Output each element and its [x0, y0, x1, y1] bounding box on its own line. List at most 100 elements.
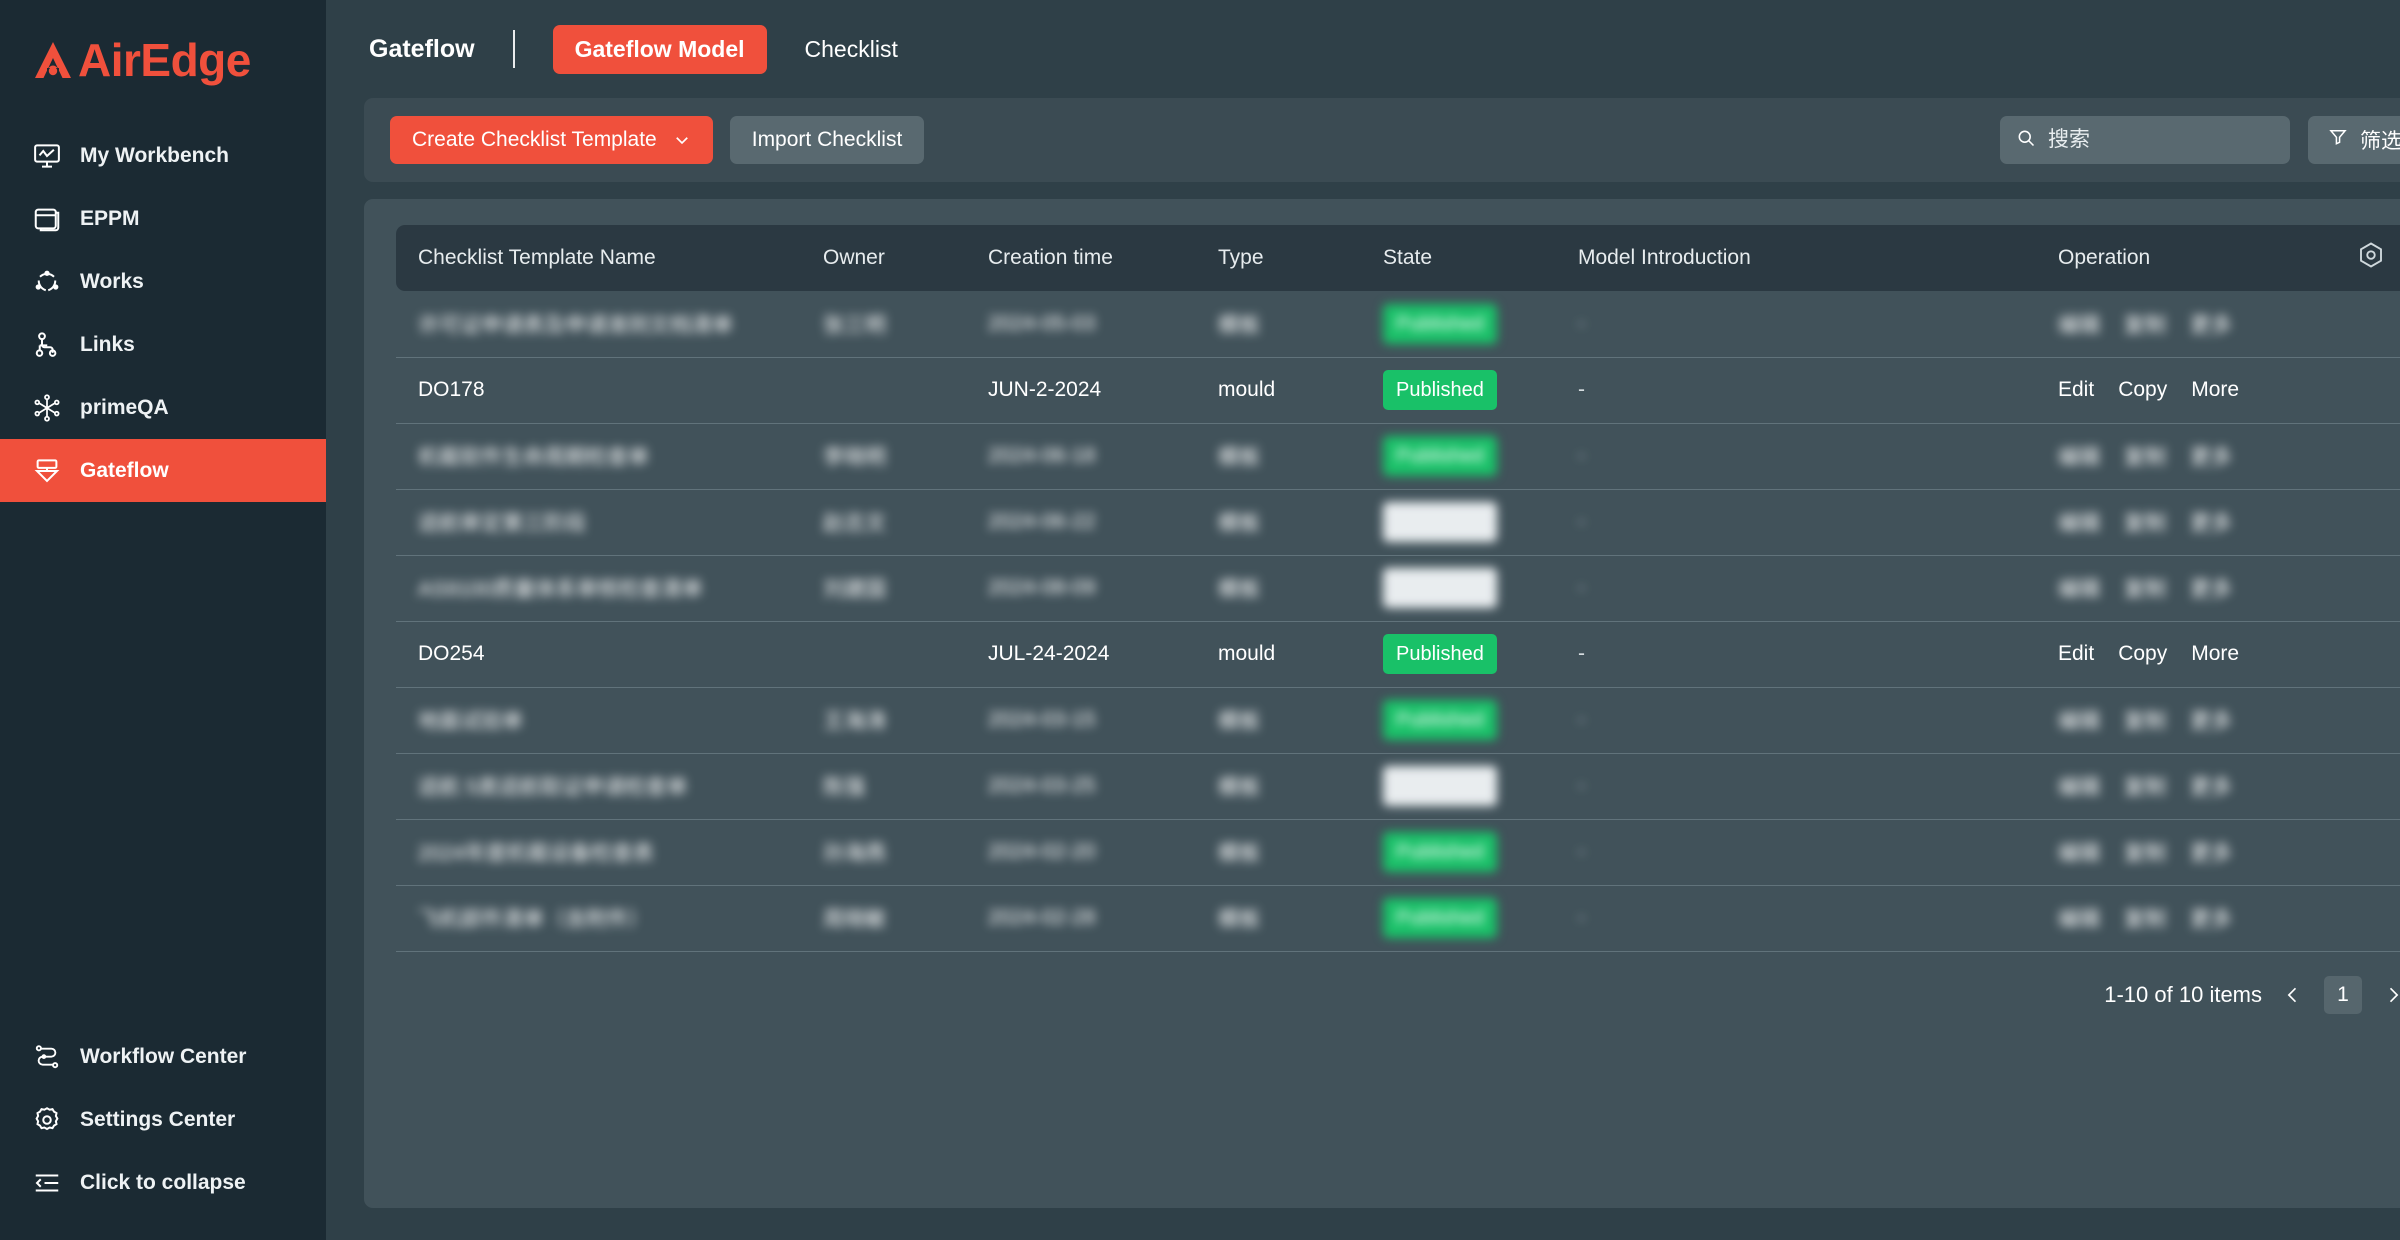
operation-links: 编辑 复制 更多	[2058, 507, 2326, 537]
tab-checklist[interactable]: Checklist	[783, 25, 920, 74]
checklist-template-name: 地面试验单	[418, 710, 523, 733]
cell-operation: 编辑 复制 更多	[2036, 489, 2326, 556]
op-link-2[interactable]: 更多	[2190, 705, 2232, 735]
create-checklist-template-button[interactable]: Create Checklist Template	[390, 116, 713, 164]
op-link-1[interactable]: 复制	[2124, 837, 2166, 867]
sidebar-item-works[interactable]: Works	[0, 250, 326, 313]
cell-owner: 周晓敏	[801, 885, 966, 952]
tab-gateflow-model[interactable]: Gateflow Model	[552, 24, 767, 74]
cell-spacer	[2326, 555, 2400, 622]
checklist-template-name: 飞机部件清单（含附件）	[418, 908, 649, 931]
op-link-2[interactable]: 更多	[2190, 309, 2232, 339]
cell-type: 模板	[1196, 687, 1361, 754]
cell-model-introduction: -	[1556, 687, 2036, 754]
cell-state: Published	[1361, 423, 1556, 490]
op-link-0[interactable]: 编辑	[2058, 573, 2100, 603]
op-link-0[interactable]: Edit	[2058, 642, 2094, 666]
op-link-0[interactable]: 编辑	[2058, 771, 2100, 801]
op-link-1[interactable]: 复制	[2124, 573, 2166, 603]
op-link-2[interactable]: 更多	[2190, 771, 2232, 801]
column-settings-icon[interactable]	[2356, 242, 2386, 275]
operation-links: 编辑 复制 更多	[2058, 705, 2326, 735]
table-body: 许可证申请表及申请准则文档清单 张三明 2024-05-03 模板 Published -…	[396, 291, 2400, 952]
sidebar-item-my-workbench[interactable]: My Workbench	[0, 124, 326, 187]
column-header-name[interactable]: Checklist Template Name	[396, 225, 801, 291]
op-link-1[interactable]: 复制	[2124, 705, 2166, 735]
op-link-2[interactable]: More	[2191, 642, 2239, 666]
chevron-down-icon	[673, 131, 691, 149]
column-header-owner[interactable]: Owner	[801, 225, 966, 291]
op-link-0[interactable]: 编辑	[2058, 309, 2100, 339]
table-row[interactable]: 机载软件生命周期检查单 李晓明 2024-06-18 模板 Published - 编辑 复制…	[396, 423, 2400, 490]
sidebar-item-settings-center[interactable]: Settings Center	[0, 1088, 326, 1151]
op-link-1[interactable]: 复制	[2124, 771, 2166, 801]
table-row[interactable]: 2024年度机载设备检查表 孙海燕 2024-02-20 模板 Published - 编辑…	[396, 819, 2400, 886]
sidebar-item-links[interactable]: Links	[0, 313, 326, 376]
table-row[interactable]: 适航 5类适航取证申请检查单 陈强 2024-03-25 模板 Published - 编辑…	[396, 753, 2400, 820]
op-link-2[interactable]: 更多	[2190, 573, 2232, 603]
cell-operation: 编辑 复制 更多	[2036, 885, 2326, 952]
op-link-1[interactable]: Copy	[2118, 378, 2167, 402]
chevron-right-icon[interactable]	[2376, 978, 2400, 1012]
cell-name: DO178	[396, 357, 801, 424]
table-row[interactable]: 适航审定第三阶段 赵志文 2024-06-22 模板 Published - 编辑 复制 更多	[396, 489, 2400, 556]
sidebar-item-workflow-center[interactable]: Workflow Center	[0, 1025, 326, 1088]
sidebar-item-primeqa[interactable]: primeQA	[0, 376, 326, 439]
status-badge: Published	[1383, 700, 1497, 740]
op-link-2[interactable]: More	[2191, 378, 2239, 402]
operation-links: 编辑 复制 更多	[2058, 309, 2326, 339]
op-link-1[interactable]: 复制	[2124, 507, 2166, 537]
cell-creation-time: 2024-08-09	[966, 555, 1196, 622]
search-icon	[2016, 128, 2036, 153]
column-header-operation[interactable]: Operation	[2036, 225, 2326, 291]
cell-operation: 编辑 复制 更多	[2036, 687, 2326, 754]
op-link-1[interactable]: 复制	[2124, 441, 2166, 471]
op-link-2[interactable]: 更多	[2190, 837, 2232, 867]
filter-button[interactable]: 筛选	[2308, 116, 2400, 164]
op-link-2[interactable]: 更多	[2190, 507, 2232, 537]
cell-spacer	[2326, 819, 2400, 886]
table-row[interactable]: DO178 JUN-2-2024 mould Published - Edit Copy Mo…	[396, 357, 2400, 424]
op-link-0[interactable]: 编辑	[2058, 837, 2100, 867]
table-row[interactable]: AS9100质量体系审核检查清单 刘建国 2024-08-09 模板 Published…	[396, 555, 2400, 622]
sidebar-item-gateflow[interactable]: Gateflow	[0, 439, 326, 502]
op-link-2[interactable]: 更多	[2190, 441, 2232, 471]
column-header-creation-time[interactable]: Creation time	[966, 225, 1196, 291]
chevron-left-icon[interactable]	[2276, 978, 2310, 1012]
op-link-0[interactable]: 编辑	[2058, 705, 2100, 735]
column-header-model-introduction[interactable]: Model Introduction	[1556, 225, 2036, 291]
collapse-icon	[30, 1166, 64, 1200]
sidebar-item-label: Links	[80, 332, 135, 356]
sidebar-item-collapse[interactable]: Click to collapse	[0, 1151, 326, 1214]
operation-links: 编辑 复制 更多	[2058, 441, 2326, 471]
sidebar-item-label: primeQA	[80, 395, 169, 419]
sidebar-item-eppm[interactable]: EPPM	[0, 187, 326, 250]
table-row[interactable]: 地面试验单 王海涛 2024-03-15 模板 Published - 编辑 复制 更多	[396, 687, 2400, 754]
op-link-1[interactable]: Copy	[2118, 642, 2167, 666]
table-row[interactable]: 飞机部件清单（含附件） 周晓敏 2024-02-28 模板 Published - 编辑 复制…	[396, 885, 2400, 952]
op-link-2[interactable]: 更多	[2190, 903, 2232, 933]
op-link-1[interactable]: 复制	[2124, 903, 2166, 933]
cell-state: Published	[1361, 621, 1556, 688]
column-header-type[interactable]: Type	[1196, 225, 1361, 291]
workflow-icon	[30, 1040, 64, 1074]
model-introduction-value: -	[1578, 378, 1585, 401]
op-link-0[interactable]: 编辑	[2058, 903, 2100, 933]
cell-type: 模板	[1196, 885, 1361, 952]
op-link-0[interactable]: 编辑	[2058, 507, 2100, 537]
op-link-1[interactable]: 复制	[2124, 309, 2166, 339]
cell-owner	[801, 621, 966, 688]
model-introduction-value: -	[1578, 642, 1585, 665]
search-input[interactable]	[2048, 128, 2274, 152]
page-number-1[interactable]: 1	[2324, 975, 2362, 1014]
import-checklist-button[interactable]: Import Checklist	[729, 116, 925, 164]
table-row[interactable]: 许可证申请表及申请准则文档清单 张三明 2024-05-03 模板 Published -…	[396, 291, 2400, 358]
page-header: Gateflow Gateflow Model Checklist	[364, 0, 2400, 98]
operation-links: Edit Copy More	[2058, 642, 2326, 666]
table-row[interactable]: DO254 JUL-24-2024 mould Published - Edit Copy M…	[396, 621, 2400, 688]
op-link-0[interactable]: 编辑	[2058, 441, 2100, 471]
search-box[interactable]	[2000, 116, 2290, 164]
asterisk-nodes-icon	[30, 391, 64, 425]
op-link-0[interactable]: Edit	[2058, 378, 2094, 402]
column-header-state[interactable]: State	[1361, 225, 1556, 291]
